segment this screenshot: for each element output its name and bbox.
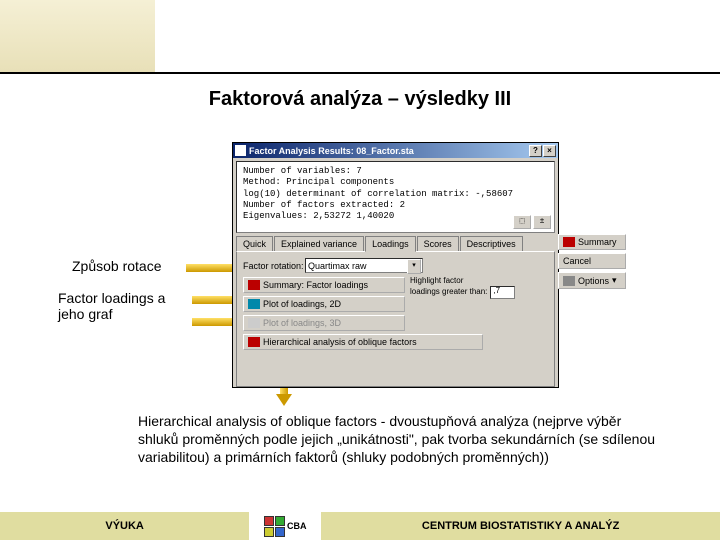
footer: VÝUKA CBA CENTRUM BIOSTATISTIKY A ANALÝZ [0,512,720,540]
cancel-button[interactable]: Cancel [558,253,626,269]
info-panel: Number of variables: 7 Method: Principal… [236,161,555,233]
tab-quick[interactable]: Quick [236,236,273,251]
collapse-button[interactable]: ± [533,215,551,229]
expand-button[interactable]: ⬚ [513,215,531,229]
info-line: Method: Principal components [243,177,548,188]
dialog-title: Factor Analysis Results: 08_Factor.sta [249,146,528,156]
summary-side-icon [563,237,575,247]
tab-explained-variance[interactable]: Explained variance [274,236,364,251]
hier-icon [248,337,260,347]
info-line: Eigenvalues: 2,53272 1,40020 [243,211,548,222]
footer-logo: CBA [249,512,321,540]
plot3d-icon [248,318,260,328]
header-gradient [0,0,155,72]
tab-descriptives[interactable]: Descriptives [460,236,523,251]
options-button[interactable]: Options ▾ [558,272,626,289]
info-line: log(10) determinant of correlation matri… [243,189,548,200]
info-line: Number of factors extracted: 2 [243,200,548,211]
summary-icon [248,280,260,290]
dialog-titlebar[interactable]: Factor Analysis Results: 08_Factor.sta ?… [233,143,558,158]
app-icon [235,145,246,156]
header-rule [0,72,720,74]
highlight-threshold-input[interactable]: ,7 [490,286,515,299]
factor-analysis-dialog: Factor Analysis Results: 08_Factor.sta ?… [232,142,559,388]
plot-3d-button[interactable]: Plot of loadings, 3D [243,315,405,331]
info-line: Number of variables: 7 [243,166,548,177]
tab-strip: Quick Explained variance Loadings Scores… [236,236,555,251]
factor-rotation-select[interactable]: Quartimax raw [305,258,423,273]
summary-button[interactable]: Summary [558,234,626,250]
footer-left: VÝUKA [0,512,249,540]
options-icon [563,276,575,286]
help-button[interactable]: ? [529,145,542,157]
arrow-loadings-1 [192,296,236,304]
tab-panel: Factor rotation: Quartimax raw Summary: … [236,251,555,387]
tab-loadings[interactable]: Loadings [365,236,416,252]
close-button[interactable]: × [543,145,556,157]
highlight-group: Highlight factor loadings greater than: … [410,277,515,299]
footer-right: CENTRUM BIOSTATISTIKY A ANALÝZ [321,512,720,540]
plot-2d-button[interactable]: Plot of loadings, 2D [243,296,405,312]
arrow-loadings-2 [192,318,236,326]
plot2d-icon [248,299,260,309]
side-buttons: Summary Cancel Options ▾ [558,234,626,292]
page-title: Faktorová analýza – výsledky III [0,88,720,111]
body-explanation: Hierarchical analysis of oblique factors… [138,412,660,467]
arrow-rotace [186,264,236,272]
hierarchical-analysis-button[interactable]: Hierarchical analysis of oblique factors [243,334,483,350]
factor-rotation-label: Factor rotation: [243,261,305,271]
tab-scores[interactable]: Scores [417,236,459,251]
summary-factor-loadings-button[interactable]: Summary: Factor loadings [243,277,405,293]
annotation-loadings: Factor loadings a jeho graf [58,290,188,322]
annotation-rotace: Způsob rotace [72,258,162,274]
